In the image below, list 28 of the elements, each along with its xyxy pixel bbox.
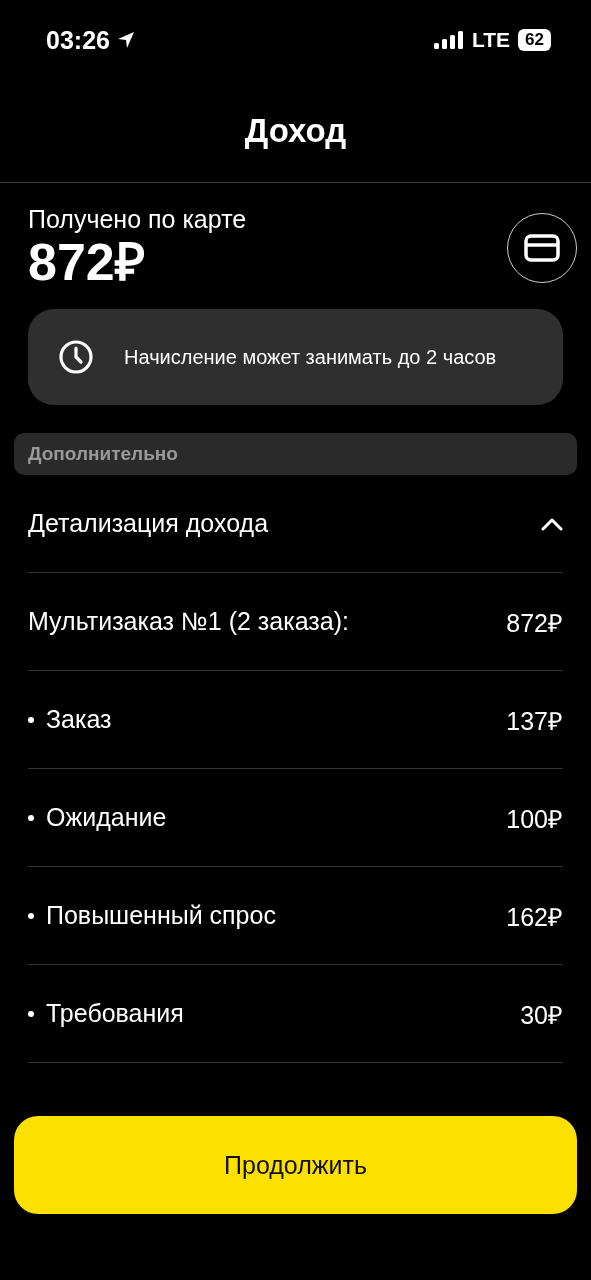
- signal-icon: [433, 31, 464, 49]
- page-title: Доход: [244, 112, 347, 150]
- details-toggle[interactable]: Детализация дохода: [28, 475, 563, 574]
- network-label: LTE: [471, 28, 511, 52]
- detail-value: 872₽: [506, 607, 563, 639]
- status-time: 03:26: [46, 25, 110, 55]
- section-title: Дополнительно: [28, 443, 178, 466]
- detail-value: 100₽: [506, 803, 563, 835]
- bullet-icon: [28, 912, 34, 919]
- bullet-icon: [28, 1010, 34, 1017]
- detail-value: 162₽: [506, 901, 563, 933]
- bullet-icon: [28, 716, 34, 723]
- detail-label: Повышенный спрос: [46, 901, 276, 931]
- battery-indicator: 62: [518, 29, 551, 51]
- received-amount: 872₽: [28, 234, 146, 292]
- details-title: Детализация дохода: [28, 509, 269, 539]
- detail-value: 30₽: [520, 999, 563, 1031]
- card-icon: [524, 234, 560, 263]
- continue-button[interactable]: Продолжить: [14, 1116, 577, 1214]
- received-label: Получено по карте: [28, 205, 247, 234]
- detail-value: 137₽: [506, 705, 563, 737]
- notice-text: Начисление может занимать до 2 часов: [124, 345, 497, 371]
- detail-label: Мультизаказ №1 (2 заказа):: [28, 607, 349, 637]
- detail-label: Ожидание: [46, 803, 167, 833]
- detail-label: Требования: [46, 999, 184, 1029]
- clock-icon: [58, 339, 94, 376]
- bullet-icon: [28, 814, 34, 821]
- detail-label: Заказ: [46, 705, 112, 735]
